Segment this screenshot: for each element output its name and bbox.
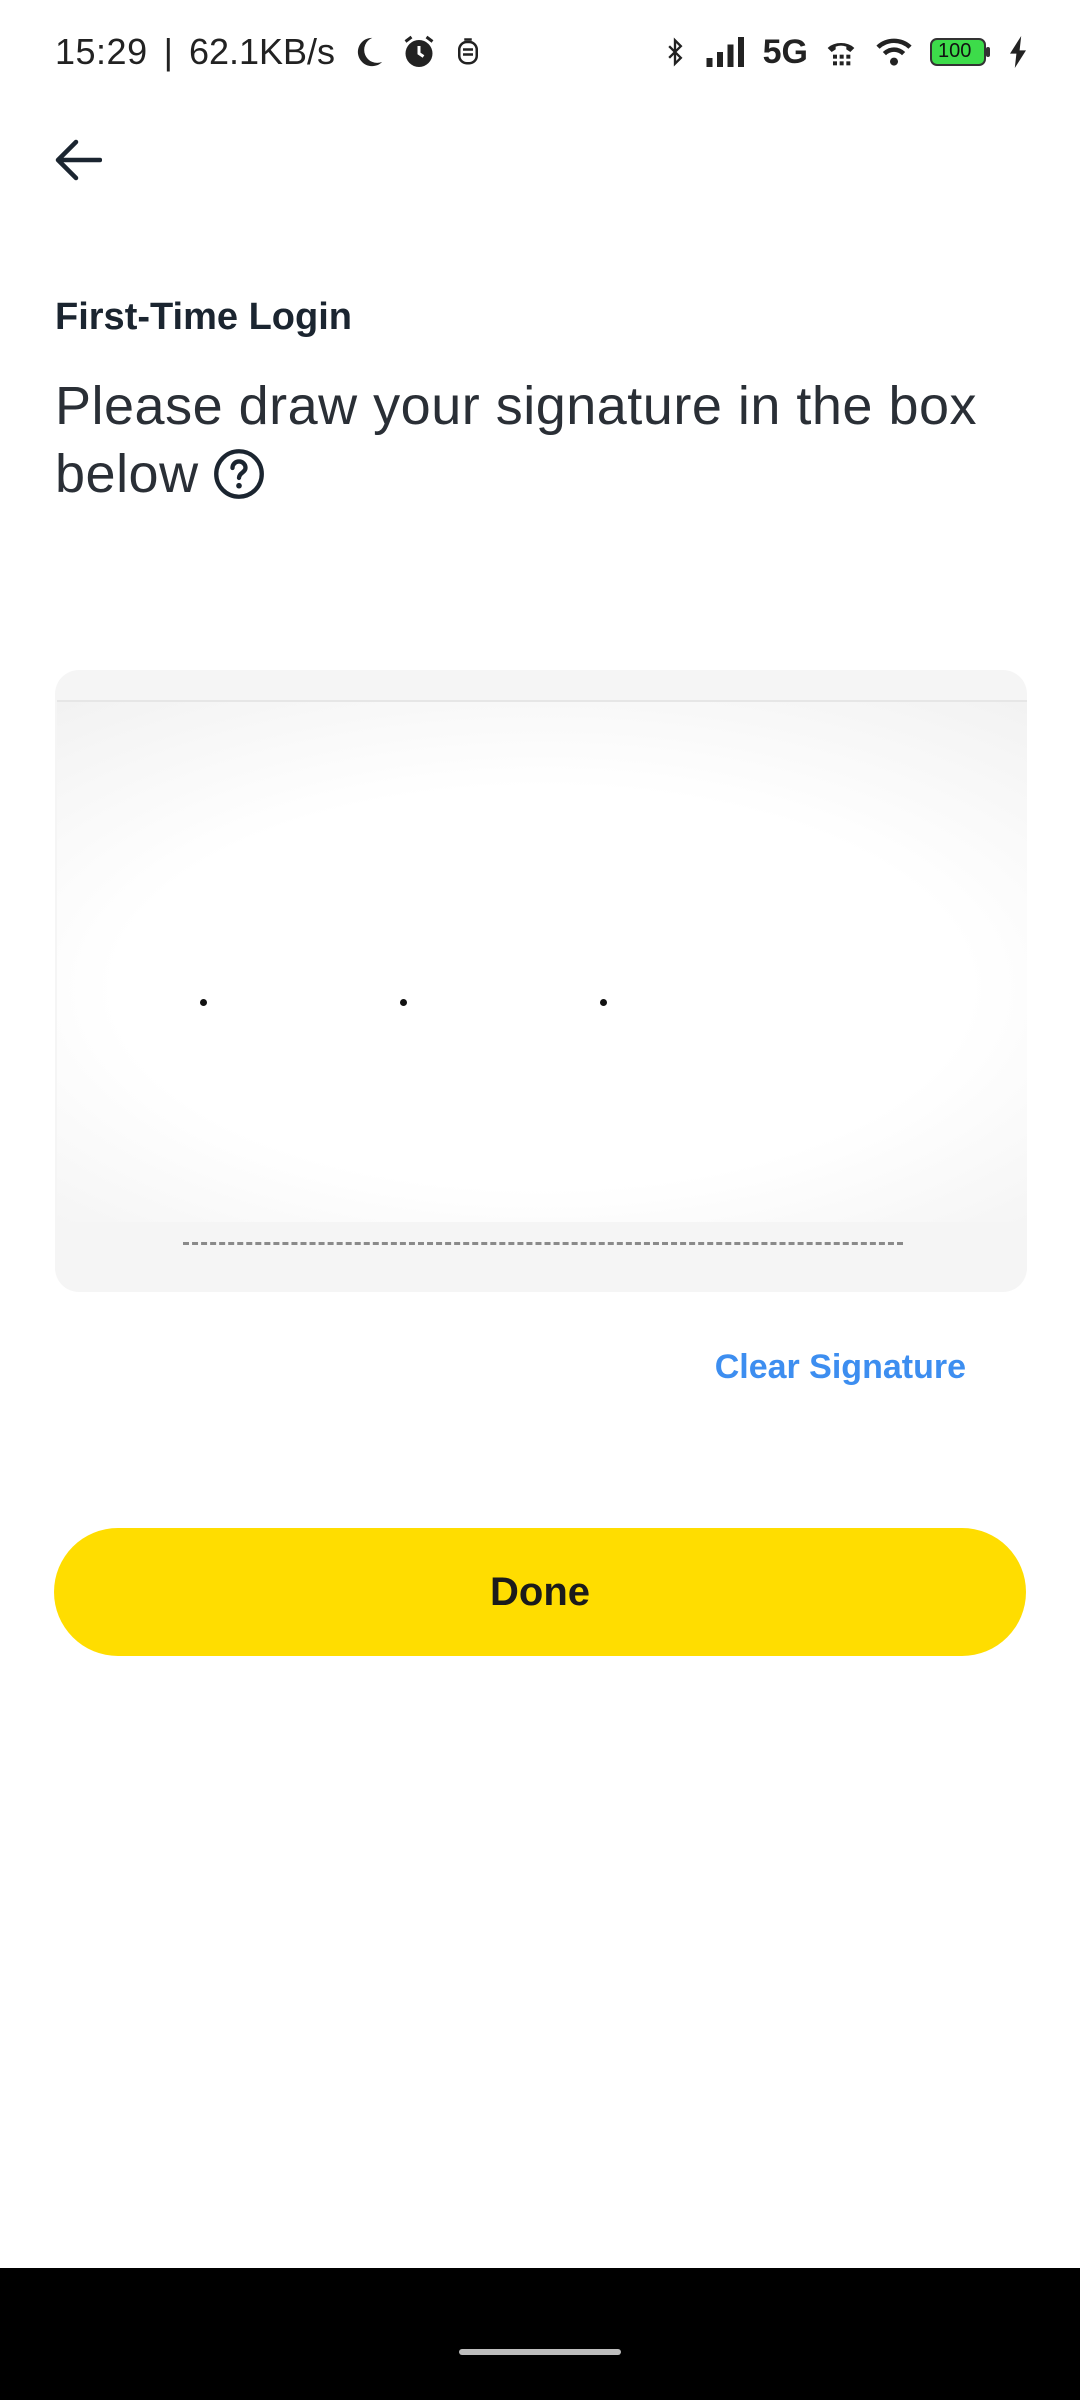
arrow-left-icon — [54, 138, 102, 182]
bluetooth-icon — [661, 33, 689, 71]
battery-icon: 100 — [930, 36, 992, 68]
notification-icon — [453, 36, 483, 68]
network-label: 5G — [762, 32, 808, 71]
heading-text: Please draw your signature in the box be… — [55, 376, 978, 504]
signature-canvas[interactable] — [57, 700, 1027, 1222]
status-left: 15:29 | 62.1KB/s — [55, 31, 483, 73]
status-separator: | — [163, 31, 173, 72]
signature-mark — [400, 999, 407, 1006]
page-subtitle: First-Time Login — [55, 296, 352, 338]
network-speed: 62.1KB/s — [188, 31, 336, 72]
charging-icon — [1008, 36, 1028, 68]
signature-mark — [600, 999, 607, 1006]
signature-baseline — [183, 1242, 903, 1245]
signal-icon — [705, 36, 747, 68]
moon-icon — [351, 35, 385, 69]
wifi-icon — [874, 36, 914, 68]
status-right: 5G 100 — [661, 33, 1028, 72]
status-bar: 15:29 | 62.1KB/s 5G 100 — [0, 0, 1080, 104]
signature-box — [55, 670, 1027, 1292]
alarm-icon — [401, 34, 437, 70]
page-heading: Please draw your signature in the box be… — [55, 372, 1035, 508]
question-circle-icon[interactable] — [213, 448, 265, 500]
battery-level: 100 — [938, 40, 972, 62]
back-button[interactable] — [48, 124, 108, 196]
call-icon — [824, 36, 858, 68]
done-button[interactable]: Done — [54, 1528, 1026, 1656]
home-indicator[interactable] — [459, 2349, 621, 2355]
status-time: 15:29 — [55, 31, 148, 72]
signature-mark — [200, 999, 207, 1006]
system-nav-bar — [0, 2268, 1080, 2400]
clear-signature-link[interactable]: Clear Signature — [715, 1348, 966, 1387]
